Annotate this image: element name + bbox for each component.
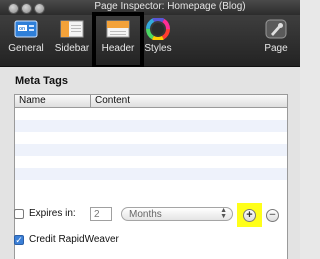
expires-checkbox[interactable] — [14, 209, 24, 219]
window-title: Page Inspector: Homepage (Blog) — [94, 1, 246, 12]
table-row[interactable] — [15, 144, 287, 156]
tab-styles-label: Styles — [144, 43, 172, 54]
id-card-icon: on — [14, 20, 38, 38]
tab-page-label: Page — [264, 43, 288, 54]
table-header: Name Content — [15, 95, 287, 108]
tab-sidebar-label: Sidebar — [54, 43, 90, 54]
color-wheel-icon — [146, 18, 170, 40]
inspector-content: Meta Tags Name Content — [0, 67, 300, 259]
table-row[interactable] — [15, 108, 287, 120]
page-gear-icon — [265, 19, 287, 39]
title-bar: Page Inspector: Homepage (Blog) — [0, 0, 300, 15]
header-annotation-box — [92, 12, 144, 69]
expires-number-field[interactable]: 2 — [90, 207, 112, 221]
expires-unit-select[interactable]: Months ▲ ▼ — [121, 207, 233, 221]
zoom-button[interactable] — [34, 3, 45, 14]
svg-text:on: on — [19, 26, 25, 32]
sidebar-icon — [60, 20, 84, 38]
tab-general-label: General — [8, 43, 44, 54]
table-row[interactable] — [15, 168, 287, 180]
credit-checkbox[interactable]: ✓ — [14, 235, 24, 245]
expires-unit-value: Months — [129, 209, 162, 220]
table-row[interactable] — [15, 132, 287, 144]
expires-label: Expires in: — [29, 208, 76, 219]
tab-styles[interactable]: Styles — [140, 18, 176, 54]
table-row[interactable] — [15, 180, 287, 192]
close-button[interactable] — [8, 3, 19, 14]
meta-tags-heading: Meta Tags — [15, 75, 68, 87]
column-divider — [90, 95, 91, 107]
minimize-button[interactable] — [21, 3, 32, 14]
column-content-header[interactable]: Content — [95, 95, 130, 107]
tab-page[interactable]: Page — [258, 18, 294, 54]
page-inspector-window: Page Inspector: Homepage (Blog) on Gener… — [0, 0, 300, 259]
tab-general[interactable]: on General — [4, 18, 48, 54]
table-row[interactable] — [15, 120, 287, 132]
select-arrows-icon: ▲ ▼ — [220, 207, 227, 220]
remove-meta-tag-button[interactable]: − — [266, 209, 279, 222]
tab-sidebar[interactable]: Sidebar — [50, 18, 94, 54]
credit-label: Credit RapidWeaver — [29, 234, 119, 245]
column-name-header[interactable]: Name — [19, 95, 46, 107]
table-row[interactable] — [15, 156, 287, 168]
add-meta-tag-button[interactable]: + — [243, 209, 256, 222]
toolbar: on General Sidebar Header Styles Page — [0, 15, 300, 67]
